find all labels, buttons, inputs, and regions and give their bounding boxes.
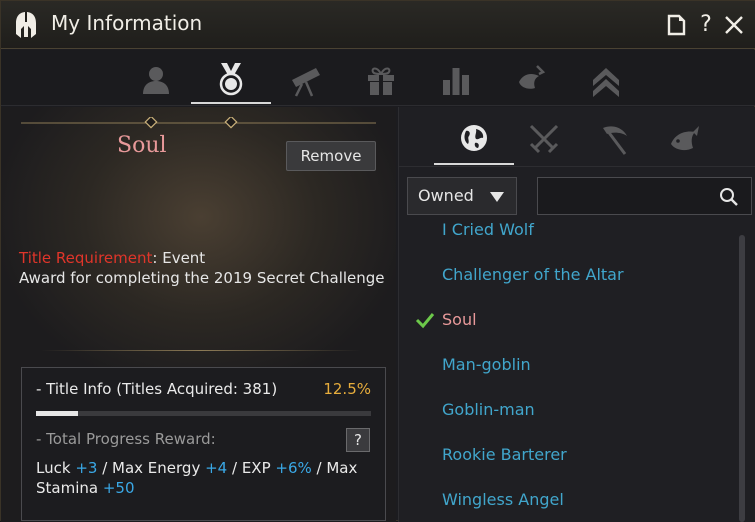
list-item[interactable]: Man-goblin [407,346,737,386]
reward-energy-label: Max Energy [112,459,206,477]
list-item[interactable]: Goblin-man [407,391,737,431]
close-icon [725,16,743,34]
filter-selected-value: Owned [418,186,474,205]
help-icon: ? [700,12,712,37]
title-name: Goblin-man [442,400,535,419]
title-name: Challenger of the Altar [442,265,624,284]
chevron-down-icon [490,192,504,202]
reward-exp-bonus: +6% [275,459,312,477]
tab-life-skills[interactable] [491,56,571,104]
globe-icon [461,125,487,151]
title-name: I Cried Wolf [442,223,534,239]
close-button[interactable] [723,13,745,37]
help-button[interactable]: ? [695,13,717,37]
requirement-separator: : [152,249,163,267]
subtab-fishing[interactable] [644,113,724,165]
selected-title-name: Soul [117,133,167,158]
telescope-icon [292,68,320,97]
reward-stamina-bonus: +50 [102,479,135,497]
scrollbar-thumb[interactable] [739,235,745,522]
fish-hook-icon [519,65,546,89]
reward-energy-bonus: +4 [205,459,228,477]
reward-separator: / [97,459,113,477]
list-item-selected[interactable]: Soul [407,301,737,341]
ornament-divider [21,117,376,129]
bar-chart-icon [443,68,469,95]
title-list-panel: Owned I Cried Wolf Challenger of the Alt… [398,107,755,522]
ownership-filter-dropdown[interactable]: Owned [407,177,517,215]
document-icon [667,14,686,36]
title-info-header: - Title Info (Titles Acquired: 381) [36,380,278,398]
title-name: Soul [442,310,477,329]
title-progress-percent: 12.5% [323,380,371,398]
reward-exp-label: EXP [241,459,276,477]
title-requirement: Title Requirement: Event Award for compl… [19,248,389,288]
document-button[interactable] [665,13,687,37]
window-title: My Information [51,11,203,35]
tab-titles[interactable] [191,56,271,104]
reward-separator: / [227,459,242,477]
title-category-tabs [399,107,755,167]
reward-help-button[interactable]: ? [346,428,370,452]
remove-button[interactable]: Remove [286,141,376,171]
title-progress-bar [36,411,371,416]
title-bar: My Information ? [1,1,755,49]
tab-stats[interactable] [416,56,496,104]
title-progress-fill [36,411,78,416]
reward-luck-bonus: +3 [75,459,98,477]
list-item[interactable]: Wingless Angel [407,481,737,521]
gift-icon [368,67,394,95]
title-info-box: - Title Info (Titles Acquired: 381) 12.5… [21,367,386,521]
double-chevron-up-icon [593,68,619,97]
subtab-life[interactable] [574,113,654,165]
title-list: I Cried Wolf Challenger of the Altar Sou… [407,223,747,522]
title-detail-panel: Soul Remove Title Requirement: Event Awa… [1,107,396,522]
search-icon[interactable] [719,187,739,207]
fish-icon [671,126,699,151]
scythe-icon [603,126,627,155]
list-scrollbar[interactable] [739,235,745,522]
tab-rank[interactable] [566,56,646,104]
reward-header: - Total Progress Reward: [36,430,216,448]
title-name: Man-goblin [442,355,531,374]
list-item[interactable]: Rookie Barterer [407,436,737,476]
requirement-value: Event [162,249,206,267]
tab-exploration[interactable] [266,56,346,104]
reward-separator: / [311,459,327,477]
reward-list: Luck +3 / Max Energy +4 / EXP +6% / Max … [36,458,376,498]
title-search-box [537,177,752,215]
requirement-label: Title Requirement [19,249,153,267]
tab-profile[interactable] [116,56,196,104]
title-name: Rookie Barterer [442,445,567,464]
title-name: Wingless Angel [442,490,564,509]
checkmark-icon [415,313,435,329]
list-item[interactable]: Challenger of the Altar [407,256,737,296]
category-tabs [1,50,755,106]
crossed-swords-icon [529,124,559,154]
tab-rewards[interactable] [341,56,421,104]
search-input[interactable] [546,186,706,208]
medal-icon [219,63,243,96]
spartan-helmet-icon [16,12,36,38]
my-information-window: My Information ? Soul Remove Title Requi… [0,0,755,522]
subtab-combat[interactable] [504,113,584,165]
profile-icon [143,67,169,94]
requirement-description: Award for completing the 2019 Secret Cha… [19,269,385,287]
reward-luck-label: Luck [36,459,76,477]
list-item[interactable]: I Cried Wolf [407,223,737,251]
section-divider [41,350,361,351]
subtab-world[interactable] [434,113,514,165]
